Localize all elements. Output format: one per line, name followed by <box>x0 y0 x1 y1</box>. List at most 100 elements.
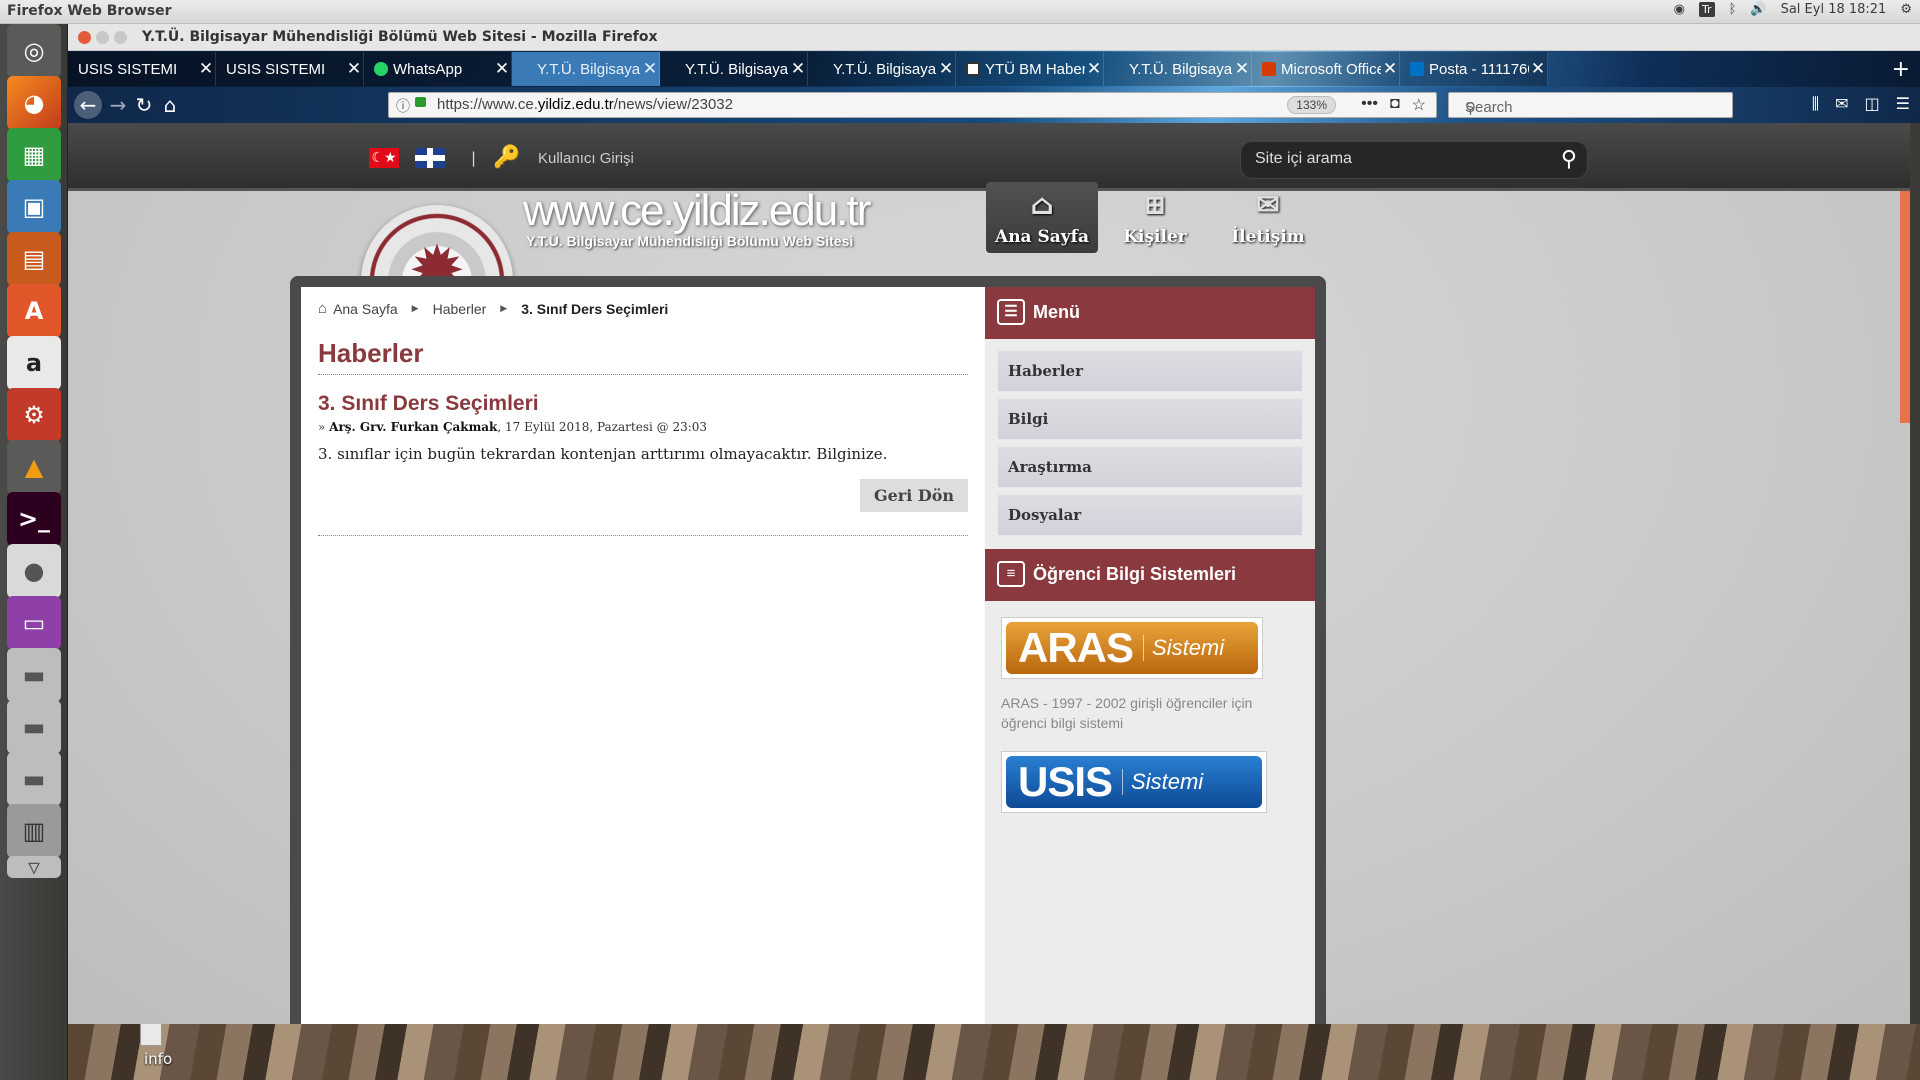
terminal-icon[interactable]: >_ <box>7 492 61 546</box>
url-text[interactable]: https://www.ce.yildiz.edu.tr/news/view/2… <box>437 96 733 113</box>
bookmark-star-icon[interactable]: ☆ <box>1412 95 1426 115</box>
browser-tab[interactable]: Posta - 11117603@✕ <box>1400 52 1548 86</box>
news-meta: » Arş. Grv. Furkan Çakmak, 17 Eylül 2018… <box>318 420 707 434</box>
mail-icon[interactable]: ✉ <box>1835 94 1848 114</box>
volume-icon[interactable]: 🔊 <box>1750 2 1766 17</box>
aras-banner[interactable]: ARAS Sistemi <box>1001 617 1263 679</box>
breadcrumb-item[interactable]: Ana Sayfa <box>333 301 398 317</box>
calc-spreadsheet-icon[interactable]: ▦ <box>7 128 61 182</box>
window-app-icon[interactable]: ▭ <box>7 596 61 650</box>
aras-banner-title: ARAS <box>1018 624 1134 671</box>
browser-tab-active[interactable]: Y.T.Ü. Bilgisayar M✕ <box>512 52 660 86</box>
amazon-icon[interactable]: a <box>7 336 61 390</box>
settings-gear-icon[interactable]: ⚙ <box>1900 2 1912 17</box>
file-cabinet-icon[interactable]: ▥ <box>7 804 61 858</box>
dash-home-icon[interactable]: ◎ <box>7 24 61 78</box>
system-settings-icon[interactable]: ⚙ <box>7 388 61 442</box>
browser-tab[interactable]: YTÜ BM Haberleri✕ <box>956 52 1104 86</box>
close-icon[interactable]: ✕ <box>641 59 659 79</box>
vlc-icon[interactable]: ▲ <box>7 440 61 494</box>
english-flag-icon[interactable] <box>415 148 445 168</box>
nav-contact-label: İletişim <box>1231 227 1305 247</box>
nav-people-label: Kişiler <box>1123 227 1187 247</box>
wifi-icon[interactable]: ◉ <box>1674 2 1685 17</box>
menu-item-files[interactable]: Dosyalar <box>997 494 1303 536</box>
menu-item-news[interactable]: Haberler <box>997 350 1303 392</box>
whatsapp-icon <box>374 62 388 76</box>
home-icon[interactable]: ⌂ <box>318 300 327 317</box>
zoom-level-badge[interactable]: 133% <box>1287 96 1336 114</box>
back-arrow-icon[interactable]: ← <box>74 91 102 119</box>
pocket-icon[interactable]: ◘ <box>1390 95 1400 115</box>
nav-people[interactable]: ⊞ Kişiler <box>1099 182 1211 253</box>
library-icon[interactable]: ⫼ <box>1812 94 1819 114</box>
info-icon[interactable]: ⓘ <box>396 96 410 116</box>
drive-icon[interactable]: ▬ <box>7 752 61 806</box>
page-actions-icon[interactable]: ••• <box>1361 95 1378 115</box>
window-title-bar: Y.T.Ü. Bilgisayar Mühendisliği Bölümü We… <box>68 24 1920 51</box>
close-icon[interactable]: ✕ <box>1085 59 1103 79</box>
desktop-icon-label[interactable]: info <box>144 1050 172 1068</box>
tab-label: Microsoft Office <box>1281 60 1381 78</box>
browser-tab[interactable]: USIS SISTEMI ✕ <box>68 52 216 86</box>
menu-item-research[interactable]: Araştırma <box>997 446 1303 488</box>
window-minimize-button[interactable] <box>96 31 109 44</box>
site-search-input[interactable] <box>1255 150 1545 168</box>
browser-tab[interactable]: USIS SISTEMI ✕ <box>216 52 364 86</box>
bluetooth-icon[interactable]: ᛒ <box>1729 2 1737 17</box>
keyboard-layout-indicator[interactable]: Tr <box>1698 2 1715 17</box>
site-name[interactable]: www.ce.yildiz.edu.tr <box>523 186 871 236</box>
browser-tab[interactable]: WhatsApp ✕ <box>364 52 512 86</box>
search-icon[interactable]: ⚲ <box>1561 147 1577 172</box>
tab-label: YTÜ BM Haberleri <box>985 60 1085 78</box>
software-center-icon[interactable]: A <box>7 284 61 338</box>
menu-item-info[interactable]: Bilgi <box>997 398 1303 440</box>
window-maximize-button[interactable] <box>114 31 127 44</box>
close-icon[interactable]: ✕ <box>1233 59 1251 79</box>
usis-banner[interactable]: USIS Sistemi <box>1001 751 1267 813</box>
browser-tab[interactable]: Y.T.Ü. Bilgisayar M✕ <box>808 52 956 86</box>
turkish-flag-icon[interactable]: ☾★ <box>369 148 399 168</box>
impress-presentation-icon[interactable]: ▤ <box>7 232 61 286</box>
url-prefix: https://www.ce. <box>437 96 538 113</box>
separator: | <box>471 149 477 167</box>
close-icon[interactable]: ✕ <box>345 59 363 79</box>
breadcrumb-item[interactable]: Haberler <box>433 301 487 317</box>
nav-home-label: Ana Sayfa <box>995 227 1089 247</box>
close-icon[interactable]: ✕ <box>493 59 511 79</box>
browser-search-bar[interactable]: ⚲ Search <box>1448 92 1733 118</box>
browser-tab[interactable]: Y.T.Ü. Bilgisayar M✕ <box>660 52 808 86</box>
hamburger-menu-icon[interactable]: ☰ <box>1896 94 1910 114</box>
forward-arrow-icon[interactable]: → <box>106 94 130 116</box>
close-icon[interactable]: ✕ <box>789 59 807 79</box>
sidebar-icon[interactable]: ◫ <box>1865 94 1880 114</box>
clock[interactable]: Sal Eyl 18 18:21 <box>1781 2 1887 17</box>
firefox-icon[interactable]: ◕ <box>7 76 61 130</box>
divider <box>318 535 968 536</box>
drive-icon[interactable]: ▬ <box>7 648 61 702</box>
egg-app-icon[interactable]: ● <box>7 544 61 598</box>
window-close-button[interactable] <box>78 31 91 44</box>
browser-tab[interactable]: Y.T.Ü. Bilgisayar M✕ <box>1104 52 1252 86</box>
browser-tab[interactable]: Microsoft Office ✕ <box>1252 52 1400 86</box>
usis-banner-image: USIS Sistemi <box>1006 756 1262 808</box>
close-icon[interactable]: ✕ <box>1381 59 1399 79</box>
new-tab-button[interactable]: + <box>1892 57 1910 82</box>
close-icon[interactable]: ✕ <box>1529 59 1547 79</box>
back-button[interactable]: Geri Dön <box>860 479 968 512</box>
trash-icon[interactable]: ▿ <box>7 853 61 881</box>
key-icon[interactable]: 🔑 <box>493 145 520 170</box>
close-icon[interactable]: ✕ <box>937 59 955 79</box>
image-viewer-icon[interactable]: ▣ <box>7 180 61 234</box>
house-icon: ⌂ <box>1030 188 1054 221</box>
url-bar[interactable]: ⓘ https://www.ce.yildiz.edu.tr/news/view… <box>388 92 1437 118</box>
reload-icon[interactable]: ↻ <box>132 94 156 116</box>
nav-home[interactable]: ⌂ Ana Sayfa <box>986 182 1098 253</box>
meta-prefix: » <box>318 420 330 434</box>
close-icon[interactable]: ✕ <box>197 59 215 79</box>
drive-icon[interactable]: ▬ <box>7 700 61 754</box>
tab-label: USIS SISTEMI <box>226 60 326 78</box>
login-link[interactable]: Kullanıcı Girişi <box>538 150 634 167</box>
home-icon[interactable]: ⌂ <box>158 94 182 116</box>
nav-contact[interactable]: ✉ İletişim <box>1212 182 1324 253</box>
